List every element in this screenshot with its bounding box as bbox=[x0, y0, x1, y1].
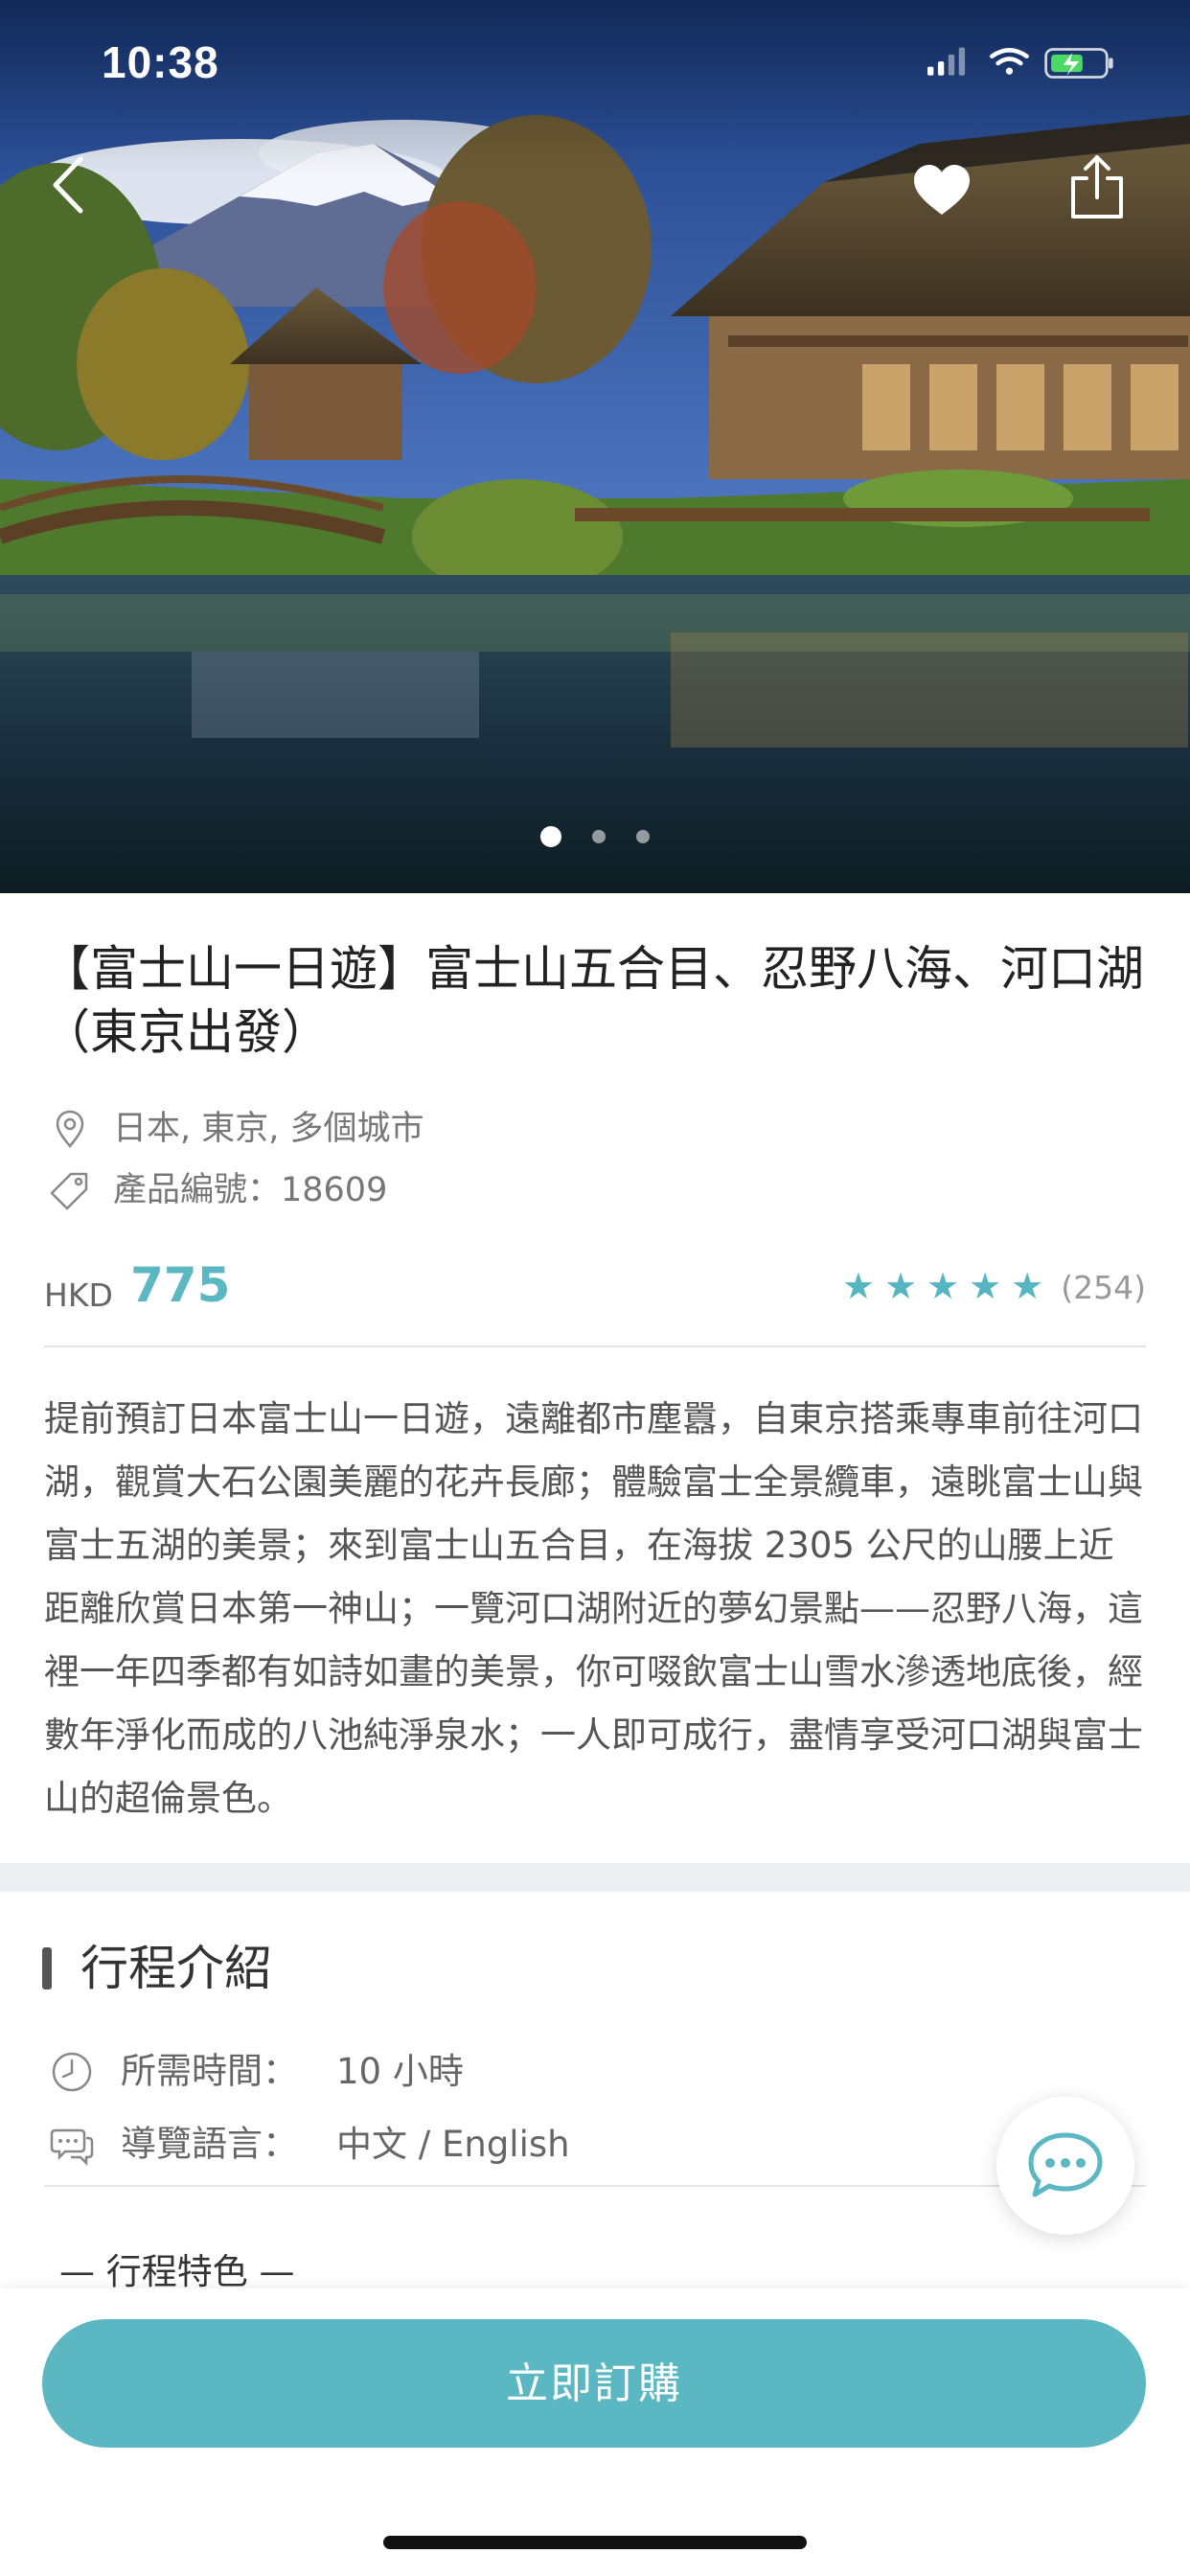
hero-photo bbox=[0, 0, 1190, 893]
carousel-dot[interactable] bbox=[636, 830, 650, 843]
home-indicator[interactable] bbox=[383, 2536, 807, 2549]
hero-image[interactable]: 10:38 bbox=[0, 0, 1190, 893]
divider bbox=[44, 1346, 1146, 1347]
product-description: 提前預訂日本富士山一日遊，遠離都市塵囂，自東京搭乘專車前往河口湖，觀賞大石公園美… bbox=[44, 1398, 1143, 1819]
chat-button[interactable] bbox=[996, 2097, 1134, 2235]
battery-icon bbox=[1044, 48, 1113, 79]
duration-row: 所需時間： 10 小時 bbox=[50, 2043, 464, 2097]
language-row: 導覽語言： 中文 / English bbox=[50, 2116, 570, 2170]
carousel-dot[interactable] bbox=[540, 826, 561, 847]
rating-stars[interactable]: ★★★★★ (254) bbox=[842, 1265, 1146, 1307]
chat-bubbles-icon bbox=[50, 2128, 94, 2166]
duration-value: 10 小時 bbox=[336, 2050, 464, 2092]
review-count[interactable]: (254) bbox=[1061, 1269, 1146, 1306]
chat-icon bbox=[1028, 2132, 1103, 2197]
section-separator bbox=[0, 1863, 1190, 1892]
product-code-row: 產品編號：18609 bbox=[50, 1165, 387, 1213]
bottom-action-bar: 立即訂購 bbox=[0, 2288, 1190, 2576]
favorite-button[interactable] bbox=[912, 163, 972, 217]
star-rating-icon: ★★★★★ bbox=[841, 1265, 1054, 1307]
features-heading: — 行程特色 — bbox=[59, 2251, 295, 2292]
status-bar: 10:38 bbox=[0, 0, 1190, 126]
share-icon bbox=[1071, 155, 1123, 218]
itinerary-section-title: 行程介紹 bbox=[42, 1938, 272, 1999]
product-code-text: 產品編號：18609 bbox=[113, 1171, 388, 1209]
duration-label: 所需時間： bbox=[121, 2050, 298, 2092]
tag-icon bbox=[50, 1172, 88, 1210]
carousel-dot[interactable] bbox=[592, 830, 606, 843]
buy-now-button[interactable]: 立即訂購 bbox=[42, 2319, 1146, 2448]
divider bbox=[44, 2185, 1146, 2187]
section-accent-bar bbox=[42, 1947, 52, 1990]
location-row: 日本, 東京, 多個城市 bbox=[50, 1104, 424, 1152]
location-text: 日本, 東京, 多個城市 bbox=[113, 1110, 424, 1148]
price-rating-row: HKD 775 ★★★★★ (254) bbox=[44, 1255, 1146, 1322]
heart-icon bbox=[914, 165, 970, 215]
language-label: 導覽語言： bbox=[121, 2123, 298, 2165]
back-button[interactable] bbox=[48, 153, 86, 217]
wifi-icon bbox=[990, 48, 1029, 75]
status-icons bbox=[927, 47, 1113, 79]
chevron-left-icon bbox=[53, 156, 83, 214]
price-amount: 775 bbox=[130, 1257, 231, 1313]
share-button[interactable] bbox=[1069, 153, 1125, 220]
itinerary-title-text: 行程介紹 bbox=[80, 1941, 272, 1996]
carousel-indicator bbox=[0, 826, 1190, 847]
clock-icon bbox=[52, 2052, 92, 2091]
product-title: 【富士山一日遊】富士山五合目、忍野八海、河口湖（東京出發） bbox=[42, 941, 1144, 1060]
price-currency: HKD bbox=[44, 1276, 113, 1314]
status-time: 10:38 bbox=[102, 37, 219, 87]
language-value: 中文 / English bbox=[336, 2123, 570, 2165]
signal-icon bbox=[927, 47, 966, 76]
location-pin-icon bbox=[56, 1110, 84, 1148]
